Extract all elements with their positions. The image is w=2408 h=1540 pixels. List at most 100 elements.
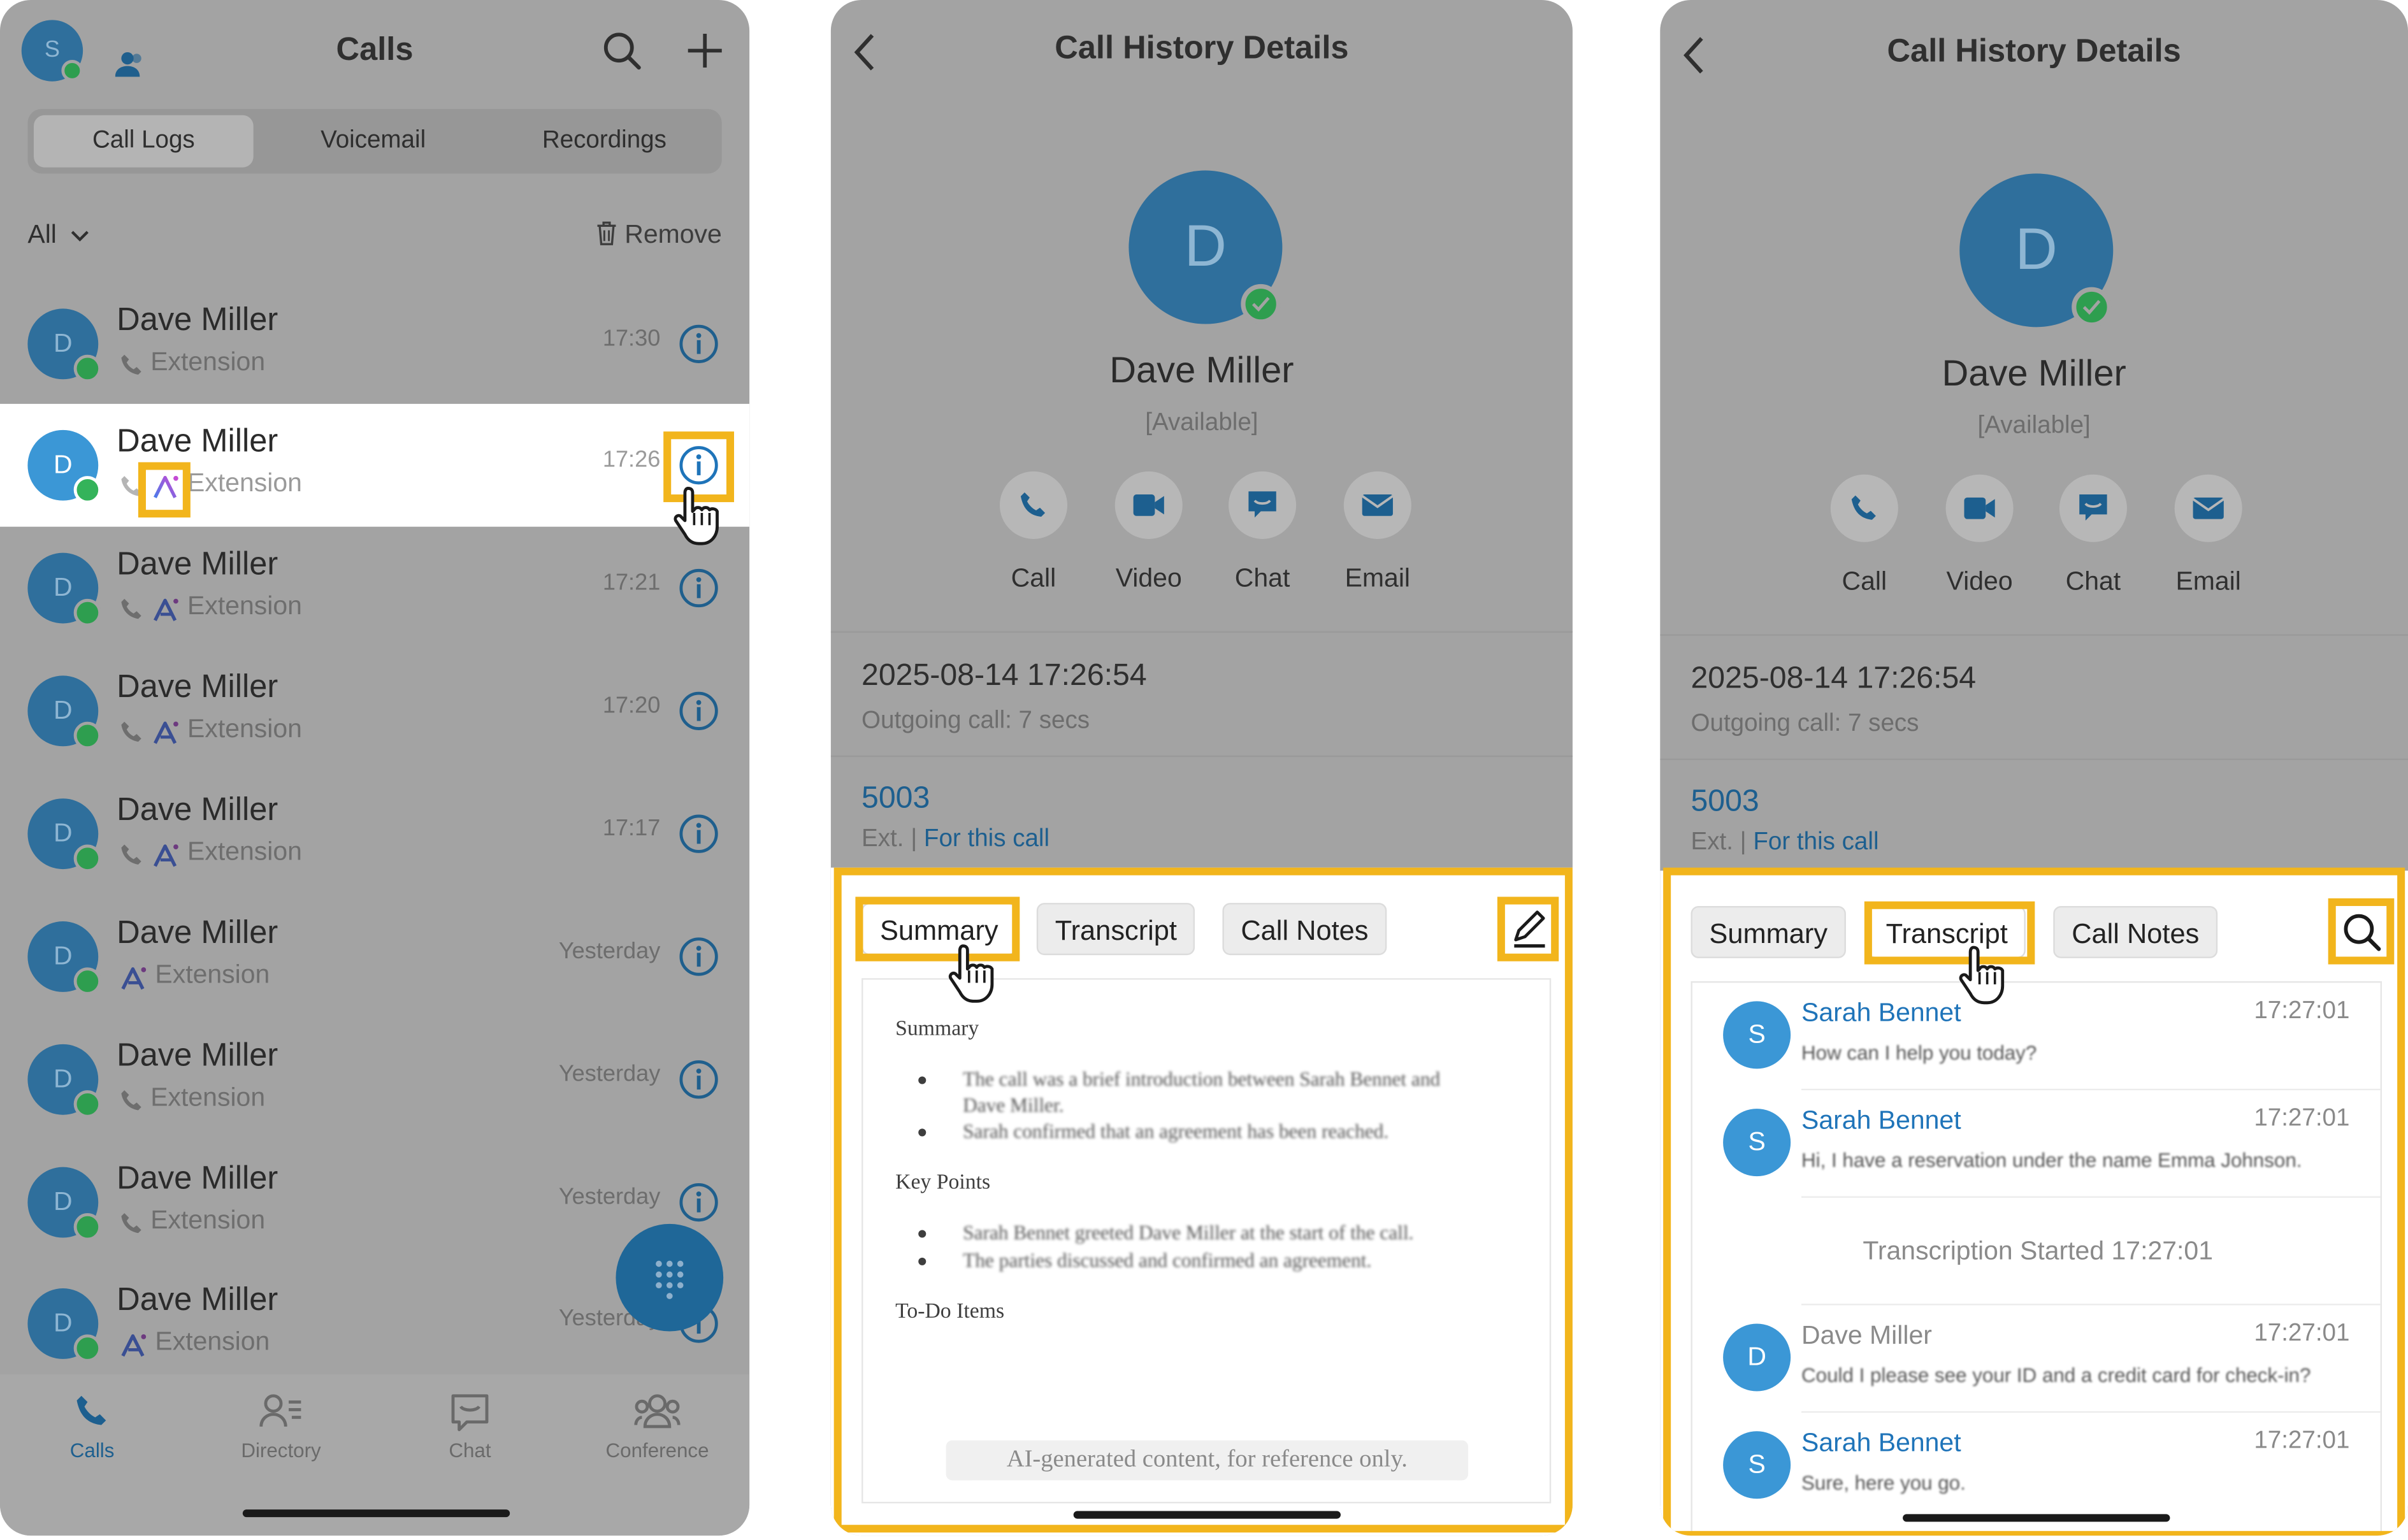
- info-icon[interactable]: [679, 324, 719, 364]
- call-time: 17:17: [602, 815, 661, 842]
- call-direction-duration: Outgoing call: 7 secs: [1691, 710, 1919, 737]
- tab-conference[interactable]: Conference: [580, 1394, 734, 1462]
- call-log-row[interactable]: D Dave Miller Extension 17:30: [0, 282, 749, 405]
- ai-summary-icon: [154, 844, 178, 867]
- call-type: Extension: [187, 468, 302, 498]
- details-title: Call History Details: [1887, 34, 2181, 69]
- filter-dropdown[interactable]: All: [27, 220, 89, 250]
- presence-dot: [73, 1213, 102, 1241]
- ext-label: Ext.: [862, 826, 904, 853]
- dialpad-icon: [656, 1260, 684, 1299]
- info-icon[interactable]: [679, 937, 719, 977]
- tab-directory[interactable]: Directory: [205, 1394, 358, 1462]
- for-this-call-link[interactable]: For this call: [1753, 829, 1878, 855]
- segment-recordings[interactable]: Recordings: [493, 115, 716, 168]
- calls-screen: S Calls Call Logs Voicemail Recordings A…: [0, 0, 750, 1536]
- chat-icon: [1248, 491, 1276, 518]
- contact-name: Dave Miller: [117, 546, 278, 582]
- presence-dot: [73, 1334, 102, 1362]
- avatar-letter: D: [54, 1308, 73, 1338]
- call-time: 17:21: [602, 570, 661, 596]
- divider: [1660, 758, 2408, 760]
- chat-action-button[interactable]: [1229, 471, 1297, 539]
- divider: [830, 755, 1573, 758]
- call-action-button[interactable]: [1830, 474, 1898, 542]
- call-log-row[interactable]: D Dave Miller Extension 17:21: [0, 527, 749, 650]
- call-action-label: Call: [1011, 563, 1056, 593]
- email-action-button[interactable]: [2174, 474, 2242, 542]
- avatar-letter: D: [1184, 215, 1227, 280]
- call-datetime: 2025-08-14 17:26:54: [862, 658, 1147, 693]
- bottom-tab-bar: Calls Directory Chat Conference: [0, 1374, 750, 1536]
- avatar-letter: D: [54, 695, 73, 725]
- video-action-button[interactable]: [1945, 474, 2014, 542]
- call-log-row-selected[interactable]: D Dave Miller Extension 17:26: [0, 403, 750, 527]
- phone-icon: [1851, 495, 1876, 520]
- dialpad-button[interactable]: [616, 1223, 724, 1332]
- info-icon[interactable]: [679, 568, 719, 608]
- chat-action-button[interactable]: [2059, 474, 2127, 542]
- presence-dot: [73, 476, 102, 504]
- contact-name: Dave Miller: [117, 302, 278, 338]
- segment-call-logs[interactable]: Call Logs: [34, 115, 254, 168]
- remove-label: Remove: [624, 219, 722, 249]
- avatar-letter: D: [54, 818, 73, 848]
- call-time: 17:20: [602, 692, 661, 719]
- contact-name: Dave Miller: [117, 915, 278, 951]
- divider: [830, 631, 1573, 633]
- ext-label: Ext.: [1691, 829, 1733, 856]
- highlight-sheet: [833, 867, 1573, 1533]
- info-icon[interactable]: [679, 1060, 719, 1100]
- info-icon[interactable]: [679, 814, 719, 854]
- call-log-row[interactable]: D Dave Miller Extension Yesterday: [0, 1018, 749, 1141]
- extension-number[interactable]: 5003: [862, 782, 930, 817]
- info-icon[interactable]: [679, 1183, 719, 1223]
- call-type-segmented: Call Logs Voicemail Recordings: [27, 109, 722, 174]
- email-action-button[interactable]: [1343, 471, 1411, 539]
- call-type: Extension: [187, 714, 302, 744]
- call-action-button[interactable]: [999, 471, 1068, 539]
- outgoing-call-icon: [121, 1090, 141, 1111]
- tab-calls[interactable]: Calls: [15, 1395, 169, 1462]
- contact-name: Dave Miller: [117, 1282, 278, 1318]
- call-type: Extension: [187, 591, 302, 621]
- call-type: Extension: [155, 960, 270, 989]
- outgoing-call-icon: [121, 598, 141, 619]
- chat-action-label: Chat: [1234, 563, 1290, 593]
- chat-icon: [2079, 494, 2107, 521]
- avatar-letter: D: [54, 941, 73, 971]
- info-icon[interactable]: [679, 691, 719, 731]
- video-action-label: Video: [1115, 563, 1182, 593]
- call-log-row[interactable]: D Dave Miller Extension 17:20: [0, 649, 749, 772]
- avatar-letter: D: [54, 1064, 73, 1093]
- for-this-call-link[interactable]: For this call: [924, 826, 1049, 853]
- email-action-label: Email: [2175, 566, 2241, 596]
- video-action-button[interactable]: [1114, 471, 1183, 539]
- chat-icon: [451, 1394, 489, 1432]
- ai-summary-icon: [154, 598, 178, 621]
- tab-chat-label: Chat: [449, 1439, 491, 1462]
- call-log-row[interactable]: D Dave Miller Extension Yesterday: [0, 895, 749, 1018]
- contact-name: Dave Miller: [1109, 350, 1294, 392]
- avatar-letter: D: [54, 328, 73, 358]
- search-icon[interactable]: [602, 31, 642, 71]
- call-time: Yesterday: [558, 1184, 661, 1211]
- extension-row: Ext. | For this call: [1691, 829, 1879, 856]
- contact-status: [Available]: [1145, 410, 1258, 436]
- call-time: 17:26: [602, 447, 661, 473]
- check-icon: [2082, 299, 2101, 315]
- check-icon: [1251, 296, 1270, 312]
- call-details-transcript-screen: Call History Details D Dave Miller [Avai…: [1660, 0, 2408, 1536]
- call-log-row[interactable]: D Dave Miller Extension 17:17: [0, 772, 749, 895]
- hand-cursor-icon: [1959, 946, 2005, 1005]
- segment-voicemail[interactable]: Voicemail: [259, 115, 487, 168]
- avatar-letter: D: [54, 450, 73, 479]
- avatar-letter: D: [54, 1186, 73, 1216]
- phone-icon: [1020, 492, 1046, 517]
- tab-chat[interactable]: Chat: [393, 1394, 547, 1462]
- add-icon[interactable]: [685, 31, 725, 71]
- tab-directory-label: Directory: [241, 1439, 321, 1462]
- remove-button[interactable]: Remove: [596, 220, 722, 250]
- extension-number[interactable]: 5003: [1691, 785, 1759, 820]
- phone-icon: [76, 1395, 106, 1425]
